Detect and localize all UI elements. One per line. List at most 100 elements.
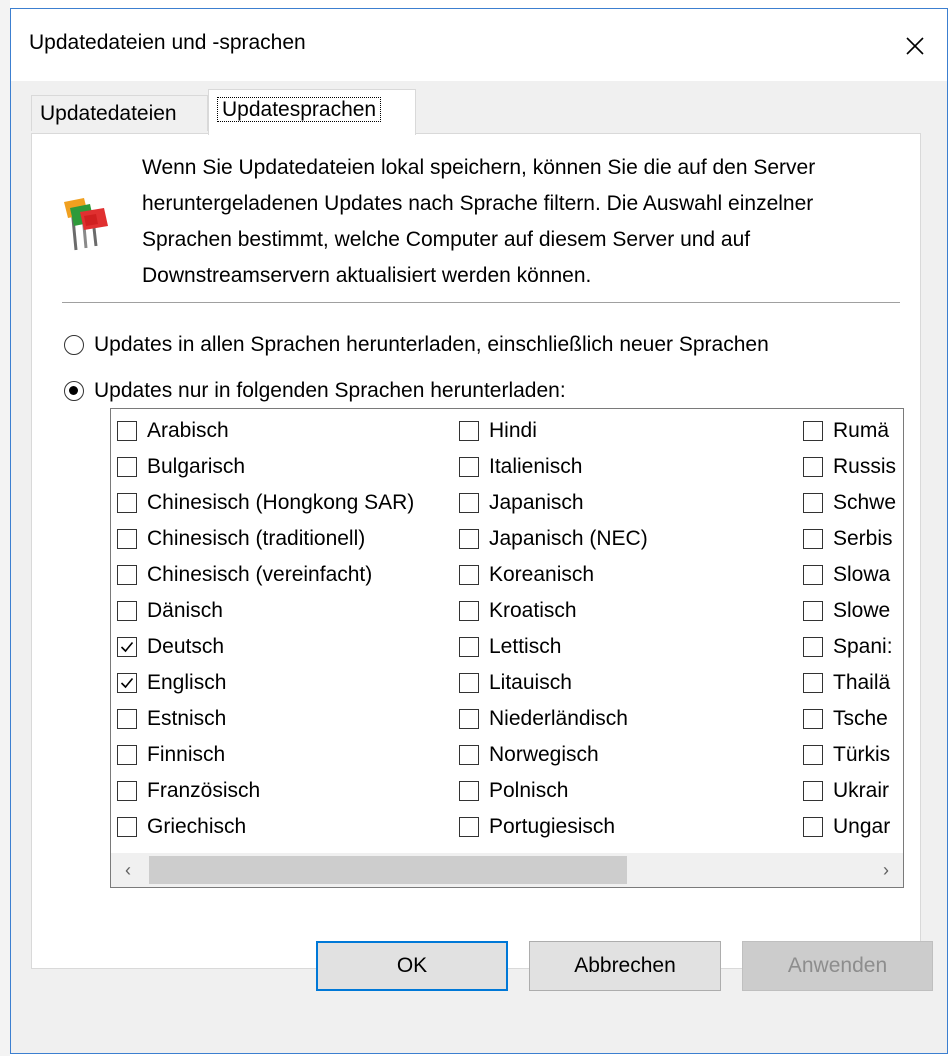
language-item[interactable]: Portugiesisch [459,809,715,845]
language-label: Niederländisch [489,707,628,730]
language-checkbox[interactable] [459,457,479,477]
ok-button[interactable]: OK [316,941,508,991]
language-checkbox[interactable] [803,601,823,621]
title-bar: Updatedateien und -sprachen [11,9,947,81]
scroll-right-button[interactable]: › [869,853,903,887]
chevron-left-icon: ‹ [125,859,131,880]
language-item[interactable]: Litauisch [459,665,715,701]
horizontal-scrollbar[interactable]: ‹ › [111,853,903,887]
language-checkbox[interactable] [803,565,823,585]
language-item[interactable]: Rumä [803,413,896,449]
language-item[interactable]: Arabisch [117,413,414,449]
radio-selected-languages[interactable]: Updates nur in folgenden Sprachen herunt… [64,376,566,406]
language-checkbox[interactable] [117,529,137,549]
language-label: Chinesisch (Hongkong SAR) [147,491,415,514]
language-item[interactable]: Französisch [117,773,414,809]
language-checkbox[interactable] [803,637,823,657]
language-checkbox[interactable] [459,745,479,765]
language-label: Norwegisch [489,743,599,766]
language-item[interactable]: Chinesisch (vereinfacht) [117,557,414,593]
close-button[interactable] [883,9,947,81]
language-checkbox[interactable] [803,493,823,513]
language-item[interactable]: Polnisch [459,773,715,809]
language-checkbox[interactable] [117,709,137,729]
language-checkbox[interactable] [459,817,479,837]
language-checkbox[interactable] [459,529,479,549]
language-item[interactable]: Deutsch [117,629,414,665]
radio-all-languages[interactable]: Updates in allen Sprachen herunterladen,… [64,330,769,360]
language-checklist[interactable]: Arabisch Bulgarisch Chinesisch (Hongkong S… [110,408,904,888]
language-checkbox[interactable] [459,493,479,513]
language-item[interactable]: Griechisch [117,809,414,845]
language-item[interactable]: Türkis [803,737,896,773]
language-checkbox[interactable] [117,673,137,693]
language-item[interactable]: Estnisch [117,701,414,737]
language-checkbox[interactable] [459,673,479,693]
language-checkbox[interactable] [803,817,823,837]
language-item[interactable]: Chinesisch (Hongkong SAR) [117,485,414,521]
language-checkbox[interactable] [803,673,823,693]
language-item[interactable]: Kroatisch [459,593,715,629]
language-checkbox[interactable] [459,565,479,585]
language-checkbox[interactable] [803,529,823,549]
radio-label: Updates nur in folgenden Sprachen herunt… [94,379,566,402]
tab-updatesprachen[interactable]: Updatesprachen [208,89,416,135]
language-item[interactable]: Thailä [803,665,896,701]
language-checkbox[interactable] [459,781,479,801]
language-item[interactable]: Tsche [803,701,896,737]
language-item[interactable]: Ukrair [803,773,896,809]
language-checkbox[interactable] [459,601,479,621]
language-checkbox[interactable] [803,421,823,441]
cancel-button[interactable]: Abbrechen [529,941,721,991]
language-item[interactable]: Serbis [803,521,896,557]
language-item[interactable]: Englisch [117,665,414,701]
language-item[interactable]: Chinesisch (traditionell) [117,521,414,557]
language-checkbox[interactable] [117,601,137,621]
language-checkbox[interactable] [117,457,137,477]
language-label: Japanisch (NEC) [489,527,648,550]
tab-label: Updatesprachen [217,97,382,122]
language-label: Koreanisch [489,563,595,586]
language-item[interactable]: Bulgarisch [117,449,414,485]
language-item[interactable]: Schwe [803,485,896,521]
language-checkbox[interactable] [117,421,137,441]
language-column-3: Rumä Russis Schwe Serbis Slowa Slowe Spani: Tha… [803,413,896,845]
language-checkbox[interactable] [803,745,823,765]
language-checkbox[interactable] [459,637,479,657]
language-item[interactable]: Italienisch [459,449,715,485]
scroll-left-button[interactable]: ‹ [111,853,145,887]
language-item[interactable]: Japanisch [459,485,715,521]
language-checkbox[interactable] [117,493,137,513]
language-checkbox[interactable] [803,709,823,729]
language-item[interactable]: Norwegisch [459,737,715,773]
language-item[interactable]: Finnisch [117,737,414,773]
scrollbar-thumb[interactable] [149,856,627,884]
language-item[interactable]: Koreanisch [459,557,715,593]
language-item[interactable]: Slowe [803,593,896,629]
radio-button[interactable] [64,335,84,355]
separator-line [62,302,900,303]
language-checkbox[interactable] [117,637,137,657]
language-checkbox[interactable] [803,781,823,801]
language-checkbox[interactable] [117,781,137,801]
language-checkbox[interactable] [117,817,137,837]
language-item[interactable]: Slowa [803,557,896,593]
language-checkbox[interactable] [117,745,137,765]
language-item[interactable]: Spani: [803,629,896,665]
apply-button[interactable]: Anwenden [742,941,933,991]
radio-button[interactable] [64,381,84,401]
language-item[interactable]: Russis [803,449,896,485]
language-item[interactable]: Dänisch [117,593,414,629]
tab-updatedateien[interactable]: Updatedateien [31,95,208,131]
language-item[interactable]: Niederländisch [459,701,715,737]
language-item[interactable]: Hindi [459,413,715,449]
language-checkbox[interactable] [459,421,479,441]
language-item[interactable]: Ungar [803,809,896,845]
language-checkbox[interactable] [459,709,479,729]
language-label: Englisch [147,671,227,694]
language-item[interactable]: Lettisch [459,629,715,665]
language-label: Litauisch [489,671,572,694]
language-checkbox[interactable] [117,565,137,585]
language-checkbox[interactable] [803,457,823,477]
language-item[interactable]: Japanisch (NEC) [459,521,715,557]
